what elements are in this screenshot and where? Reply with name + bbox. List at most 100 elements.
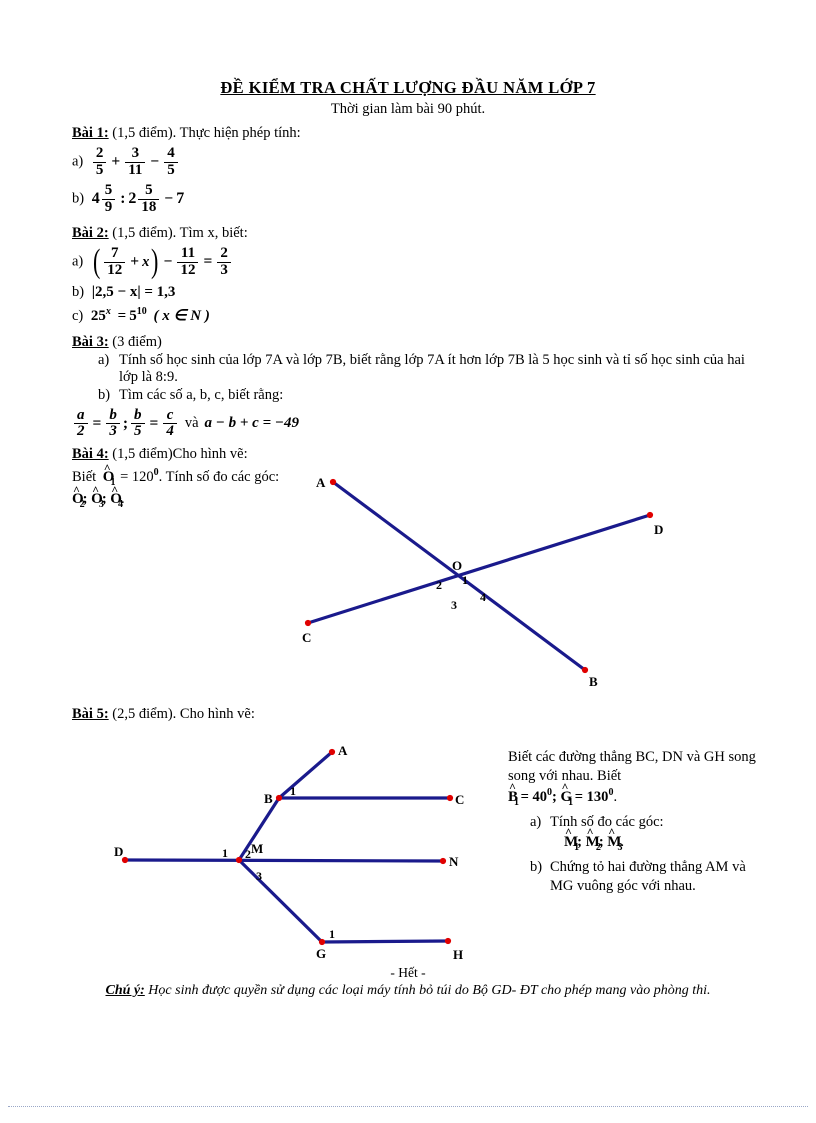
angle-hat-icon: ^ [565,825,572,840]
angle-number-G1: 1 [329,927,335,941]
bai2-c-expression: 25x = 510 ( x ∈ N ) [90,305,210,324]
right-paren: ) [151,243,159,281]
period: . [613,788,618,805]
angle-hat-icon: ^ [103,460,111,475]
bai5-heading: Bài 5: (2,5 điểm). Cho hình vẽ: [72,706,746,723]
bai5-b-label: b) [530,859,543,876]
point-label-O: O [452,558,462,573]
separator: ; [577,834,583,851]
bai2-points: (1,5 điểm). Tìm x, biết: [112,225,248,242]
fraction: 5 9 [101,183,116,215]
bai2-b-expression: |2,5 − x| = 1,3 [91,283,176,300]
bai5-a-angles: ^ M1 ; ^ M2 ; ^ M3 . [564,825,756,855]
separator: ; [552,788,557,805]
angle-index: 3 [98,498,104,510]
footer-note-text: Học sinh được quyền sử dụng các loại máy… [148,983,711,998]
variable-x: x [142,253,150,270]
power-exponent: x [105,305,111,317]
mixed-whole: 4 [91,190,100,208]
fraction-denominator: 12 [177,261,199,279]
bai4-given-value: = 120 [120,468,154,485]
bai5-a-label: a) [530,813,542,830]
fraction: b 3 [106,407,120,440]
angle-symbol-M3: ^ M3 [607,825,622,855]
operator: − [164,190,174,208]
bai5-given-angles: ^ B1 = 400; ^ G1 = 1300. [508,780,756,810]
bai1-a-expression: 2 5 + 3 11 − 4 5 [91,145,180,179]
fraction-denominator: 5 [131,423,145,440]
point-label-A: A [338,743,348,758]
bai3-a-text: Tính số học sinh của lớp 7A và lớp 7B, b… [119,351,745,385]
angle-hat-icon: ^ [561,779,569,794]
fraction-numerator: 4 [167,145,175,161]
bai5-subquestions: a) Tính số đo các góc: ^ M1 ; ^ M2 ; ^ M3 .… [530,813,756,895]
bai5-b-value: = 40 [520,788,548,805]
angle-symbol-M1: ^ M1 [564,825,579,855]
fraction-numerator: 2 [220,245,228,262]
bai2-a-expression: ( 7 12 + x ) − 11 12 = 2 3 [91,243,233,281]
bai2-label: Bài 2: [72,225,109,242]
point-label-M: M [251,841,263,856]
bai3-b-text: Tìm các số a, b, c, biết rằng: [119,386,284,403]
angle-symbol-O4: ^ O4 [110,483,123,510]
bai5-item-b: b) Chứng tỏ hai đường thẳng AM và MG vuô… [530,858,756,895]
point-B-dot [581,666,589,674]
left-paren: ( [92,243,101,281]
angle-symbol-B1: ^ B1 [508,780,519,810]
angle-number-4: 4 [480,590,486,604]
bai1-heading: Bài 1: (1,5 điểm). Thực hiện phép tính: [72,125,746,142]
separator: ; [598,834,604,851]
fraction-denominator: 5 [92,161,107,179]
end-marker: - Hết - [390,965,426,980]
power-base: 25 [90,307,106,324]
bai2-b-label: b) [72,283,85,300]
footer-note: Chú ý: Học sinh được quyền sử dụng các l… [0,982,816,1000]
point-C-dot [446,794,454,802]
operator: − [163,253,173,271]
angle-number-B1: 1 [290,784,296,798]
angle-number-M2: 2 [245,847,251,861]
point-N-dot [439,857,447,865]
separator: ; [101,490,107,507]
fraction-numerator: 3 [131,145,140,161]
bai3-label: Bài 3: [72,333,109,350]
operator: : [120,190,126,208]
point-label-G: G [316,946,326,961]
domain-condition: ( x ∈ N ) [153,307,210,324]
page-bottom-divider [8,1106,808,1107]
power-exponent: 10 [136,305,147,317]
bai5-parallel-note: Biết các đường thẳng BC, DN và GH song s… [508,749,756,784]
bai5-label: Bài 5: [72,705,109,722]
line-CD [307,513,651,625]
bai5-statement: Biết các đường thẳng BC, DN và GH song s… [508,748,756,895]
point-label-B: B [264,791,273,806]
line-GH [321,939,449,944]
fraction: 11 12 [177,245,199,279]
bai5-g-value: = 130 [574,788,609,805]
fraction-numerator: 11 [180,245,196,262]
fraction-numerator: 5 [145,182,153,199]
point-label-C: C [302,630,311,645]
angle-number-M1: 1 [222,846,228,860]
fraction: 5 18 [138,182,160,215]
bai5-b-text: Chứng tỏ hai đường thẳng AM và MG vuông … [550,859,746,894]
fraction: 7 12 [104,246,126,278]
bai1-b-expression: 4 5 9 : 2 5 18 − 7 [92,183,185,215]
angle-symbol-G1: ^ G1 [561,780,574,810]
line-DN [124,858,444,863]
period: . [620,834,625,851]
point-A-dot [328,748,336,756]
bai2-c-label: c) [72,307,84,324]
conjunction-va: và [184,415,199,432]
angle-number-2: 2 [436,578,442,592]
angle-index: 1 [514,796,519,808]
equals-sign: = [117,307,127,324]
angle-hat-icon: ^ [111,482,118,497]
angle-symbol-M2: ^ M2 [586,825,601,855]
angle-index: 1 [568,796,573,808]
fraction-numerator: 2 [95,145,104,161]
bai4-label: Bài 4: [72,445,109,462]
point-H-dot [444,937,452,945]
power-base: 5 [129,307,137,324]
fraction: 2 3 [217,246,231,278]
